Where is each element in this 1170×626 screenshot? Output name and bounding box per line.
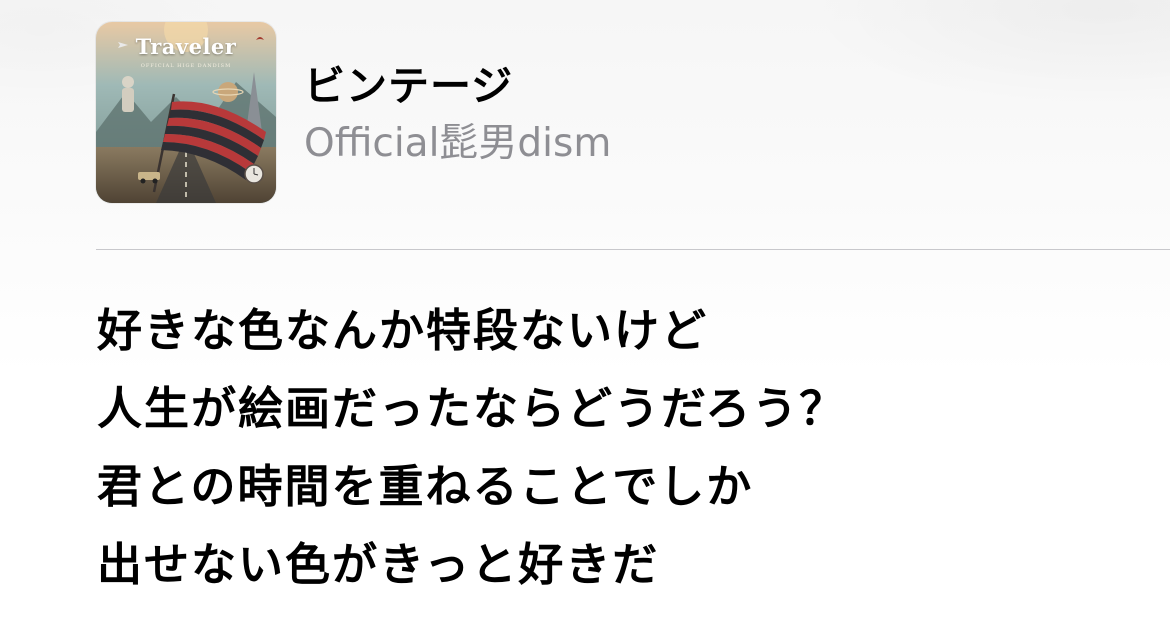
artist-name[interactable]: Official髭男dism (304, 121, 611, 168)
divider (96, 249, 1170, 250)
now-playing-header[interactable]: Traveler OFFICIAL HIGE DANDISM ビンテージ Off… (96, 22, 611, 203)
lyrics-block: 好きな色なんか特段ないけど 人生が絵画だったならどうだろう？ 君との時間を重ねる… (97, 292, 846, 604)
track-meta: ビンテージ Official髭男dism (304, 62, 611, 168)
song-title[interactable]: ビンテージ (304, 62, 611, 111)
lyric-line[interactable]: 人生が絵画だったならどうだろう？ (97, 370, 846, 448)
lyric-line[interactable]: 出せない色がきっと好きだ (97, 526, 846, 604)
artwork-title-text: Traveler (135, 34, 237, 59)
lyric-line[interactable]: 君との時間を重ねることでしか (97, 448, 846, 526)
artwork-subtitle-text: OFFICIAL HIGE DANDISM (140, 63, 232, 69)
lyric-line[interactable]: 好きな色なんか特段ないけど (97, 292, 846, 370)
album-artwork[interactable]: Traveler OFFICIAL HIGE DANDISM (96, 22, 276, 203)
